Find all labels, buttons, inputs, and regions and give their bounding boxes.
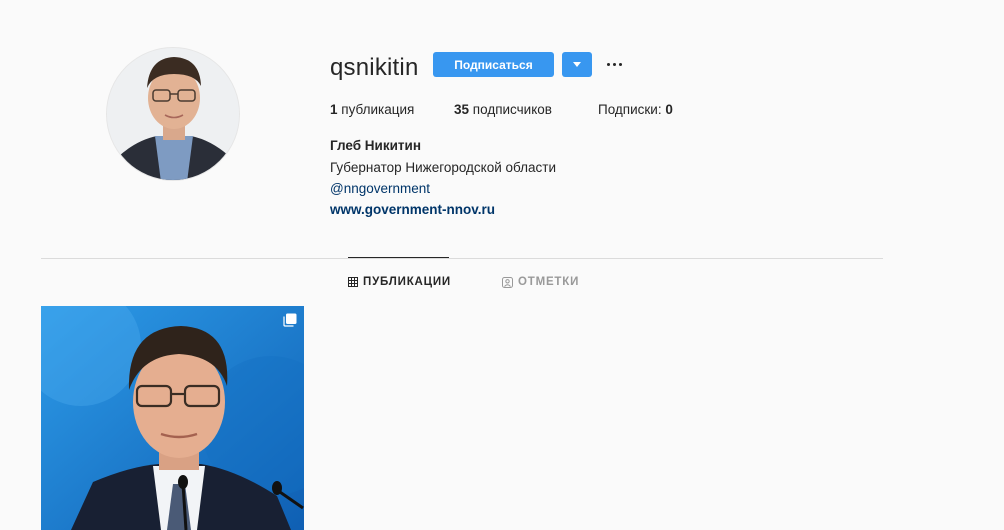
post-thumbnail[interactable] bbox=[41, 306, 304, 530]
more-options-button[interactable] bbox=[604, 55, 624, 73]
following-stat[interactable]: Подписки: 0 bbox=[598, 102, 673, 117]
bio-mention-link[interactable]: @nngovernment bbox=[330, 181, 430, 196]
suggestions-dropdown-button[interactable] bbox=[562, 52, 592, 77]
post-image bbox=[41, 306, 304, 530]
multiple-posts-icon bbox=[283, 313, 297, 327]
following-label: Подписки: bbox=[598, 102, 662, 117]
posts-label: публикация bbox=[341, 102, 415, 117]
chevron-down-icon bbox=[573, 62, 581, 67]
tab-tagged[interactable]: ОТМЕТКИ bbox=[502, 276, 579, 288]
followers-count: 35 bbox=[454, 102, 470, 117]
followers-stat[interactable]: 35 подписчиков bbox=[454, 102, 552, 117]
bio-website-link[interactable]: www.government-nnov.ru bbox=[330, 202, 495, 217]
bio-full-name: Глеб Никитин bbox=[330, 138, 421, 153]
bio-description: Губернатор Нижегородской области bbox=[330, 160, 557, 175]
following-count: 0 bbox=[665, 102, 673, 117]
tab-posts[interactable]: ПУБЛИКАЦИИ bbox=[348, 276, 451, 288]
tab-posts-label: ПУБЛИКАЦИИ bbox=[363, 276, 451, 288]
tab-tagged-label: ОТМЕТКИ bbox=[518, 276, 580, 288]
followers-label: подписчиков bbox=[472, 102, 552, 117]
profile-avatar[interactable] bbox=[106, 47, 240, 181]
grid-icon bbox=[348, 277, 358, 287]
tabs-divider bbox=[41, 258, 883, 259]
tagged-icon bbox=[502, 276, 513, 288]
follow-button[interactable]: Подписаться bbox=[433, 52, 554, 77]
posts-stat: 1 публикация bbox=[330, 102, 414, 117]
profile-username: qsnikitin bbox=[330, 54, 419, 81]
ellipsis-icon bbox=[606, 62, 610, 66]
active-tab-indicator bbox=[348, 257, 449, 258]
posts-count: 1 bbox=[330, 102, 338, 117]
